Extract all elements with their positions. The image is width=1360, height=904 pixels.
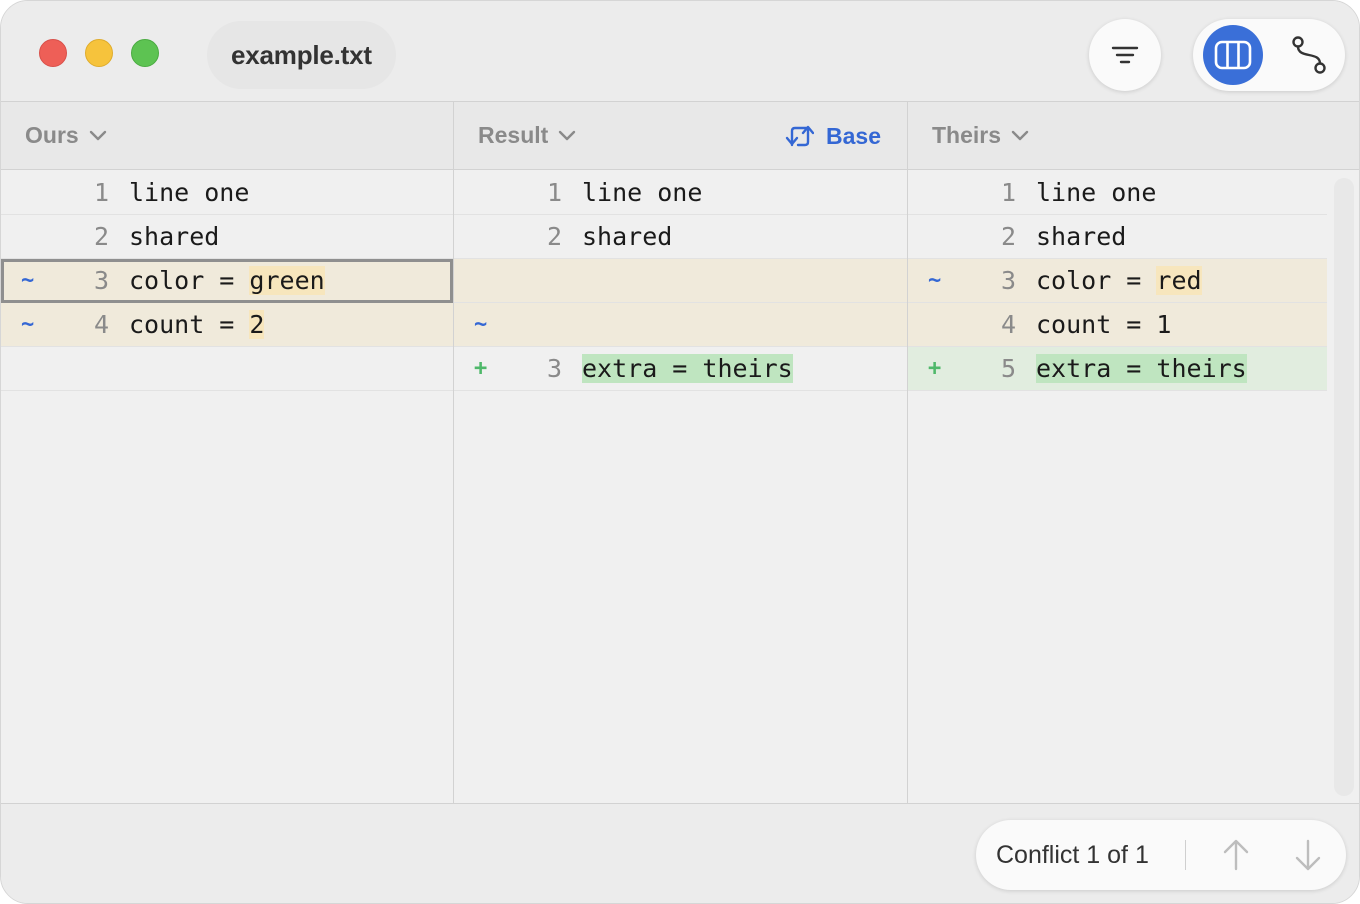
line-text: shared xyxy=(582,222,673,251)
line-number: 5 xyxy=(1000,354,1016,383)
added-line[interactable]: + 5 extra = theirs xyxy=(908,347,1327,391)
view-mode-switcher xyxy=(1193,19,1345,91)
conflict-navigator: Conflict 1 of 1 xyxy=(976,820,1346,890)
line-number: 2 xyxy=(93,222,109,251)
ours-pane: Ours 1 line one 2 shared ~ 3 color = gre… xyxy=(1,102,454,804)
modified-marker: ~ xyxy=(21,268,35,293)
line-text: extra = theirs xyxy=(582,347,793,391)
line-text: line one xyxy=(1036,178,1157,207)
line-number: 3 xyxy=(93,266,109,295)
added-marker: + xyxy=(928,356,942,381)
line-text: shared xyxy=(1036,222,1127,251)
modified-marker: ~ xyxy=(21,312,35,337)
modified-marker: ~ xyxy=(928,268,942,293)
result-pane-header[interactable]: Result Base xyxy=(454,102,907,170)
code-line[interactable]: 1 line one xyxy=(1,171,453,215)
result-pane-title: Result xyxy=(478,122,549,148)
line-text-prefix: color = xyxy=(129,266,250,295)
graph-view-button[interactable] xyxy=(1279,25,1339,85)
title-bar: example.txt xyxy=(1,1,1359,101)
changed-word: green xyxy=(249,266,325,295)
divider xyxy=(1185,840,1186,870)
chevron-down-icon[interactable] xyxy=(558,130,576,142)
line-number: 3 xyxy=(546,354,562,383)
conflict-placeholder-line[interactable] xyxy=(454,259,907,303)
minimize-window-button[interactable] xyxy=(85,39,113,67)
ours-pane-header[interactable]: Ours xyxy=(1,102,453,170)
line-number: 1 xyxy=(1000,178,1016,207)
result-lines: 1 line one 2 shared ~ + 3 extra = theirs xyxy=(454,171,907,391)
swap-arrows-icon xyxy=(785,125,815,147)
ours-pane-title: Ours xyxy=(25,122,79,148)
conflict-placeholder-line[interactable]: ~ xyxy=(454,303,907,347)
filter-button[interactable] xyxy=(1089,19,1161,91)
line-text: line one xyxy=(582,178,703,207)
conflict-line[interactable]: 4 count = 1 xyxy=(908,303,1327,347)
filter-lines-icon xyxy=(1111,46,1139,64)
branch-graph-icon xyxy=(1292,36,1326,74)
code-line[interactable]: 2 shared xyxy=(1,215,453,259)
line-text: line one xyxy=(129,178,250,207)
line-number: 4 xyxy=(1000,310,1016,339)
conflict-line[interactable]: ~ 4 count = 2 xyxy=(1,303,453,347)
line-text: shared xyxy=(129,222,220,251)
line-number: 3 xyxy=(1000,266,1016,295)
three-column-view-button[interactable] xyxy=(1203,25,1263,85)
line-number: 1 xyxy=(93,178,109,207)
code-line[interactable]: 1 line one xyxy=(908,171,1327,215)
ours-lines: 1 line one 2 shared ~ 3 color = green ~ … xyxy=(1,171,453,391)
previous-conflict-button[interactable] xyxy=(1212,831,1260,879)
theirs-pane-title: Theirs xyxy=(932,122,1002,148)
added-line[interactable]: + 3 extra = theirs xyxy=(454,347,907,391)
zoom-window-button[interactable] xyxy=(131,39,159,67)
base-label: Base xyxy=(826,122,881,149)
code-line[interactable]: 2 shared xyxy=(454,215,907,259)
theirs-lines: 1 line one 2 shared ~ 3 color = red 4 co… xyxy=(908,171,1327,391)
next-conflict-button[interactable] xyxy=(1284,831,1332,879)
arrow-down-icon xyxy=(1295,839,1321,871)
added-text: extra = theirs xyxy=(1036,354,1247,383)
footer-bar: Conflict 1 of 1 xyxy=(1,804,1359,903)
line-number: 2 xyxy=(1000,222,1016,251)
theirs-pane: Theirs 1 line one 2 shared ~ 3 color = r… xyxy=(908,102,1359,804)
code-line[interactable]: 2 shared xyxy=(908,215,1327,259)
line-number: 2 xyxy=(546,222,562,251)
base-toggle-button[interactable]: Base xyxy=(784,102,881,170)
theirs-pane-header[interactable]: Theirs xyxy=(908,102,1359,170)
line-text: count = 2 xyxy=(129,303,265,347)
changed-word: 2 xyxy=(249,310,265,339)
line-text: color = green xyxy=(129,259,325,303)
line-text: color = red xyxy=(1036,259,1202,303)
line-text: extra = theirs xyxy=(1036,347,1247,391)
result-pane: Result Base 1 line one 2 shared ~ + 3 ex… xyxy=(454,102,908,804)
vertical-scrollbar[interactable] xyxy=(1334,178,1354,796)
chevron-down-icon[interactable] xyxy=(1011,130,1029,142)
merge-panes: Ours 1 line one 2 shared ~ 3 color = gre… xyxy=(1,101,1359,804)
conflict-line[interactable]: ~ 3 color = red xyxy=(908,259,1327,303)
line-text-prefix: color = xyxy=(1036,266,1157,295)
line-number: 1 xyxy=(546,178,562,207)
merge-window: example.txt Ours 1 line one 2 shared ~ 3… xyxy=(0,0,1360,904)
chevron-down-icon[interactable] xyxy=(89,130,107,142)
arrow-up-icon xyxy=(1223,839,1249,871)
line-text-prefix: count = xyxy=(129,310,250,339)
file-name-tab[interactable]: example.txt xyxy=(207,21,396,89)
modified-marker: ~ xyxy=(474,312,488,337)
line-number: 4 xyxy=(93,310,109,339)
three-column-icon xyxy=(1214,40,1252,70)
changed-word: red xyxy=(1156,266,1202,295)
file-name-label: example.txt xyxy=(231,39,372,70)
code-line[interactable]: 1 line one xyxy=(454,171,907,215)
added-marker: + xyxy=(474,356,488,381)
close-window-button[interactable] xyxy=(39,39,67,67)
added-text: extra = theirs xyxy=(582,354,793,383)
conflict-counter: Conflict 1 of 1 xyxy=(996,841,1149,869)
line-text: count = 1 xyxy=(1036,310,1172,339)
empty-line xyxy=(1,347,453,391)
conflict-line-selected[interactable]: ~ 3 color = green xyxy=(1,259,453,303)
